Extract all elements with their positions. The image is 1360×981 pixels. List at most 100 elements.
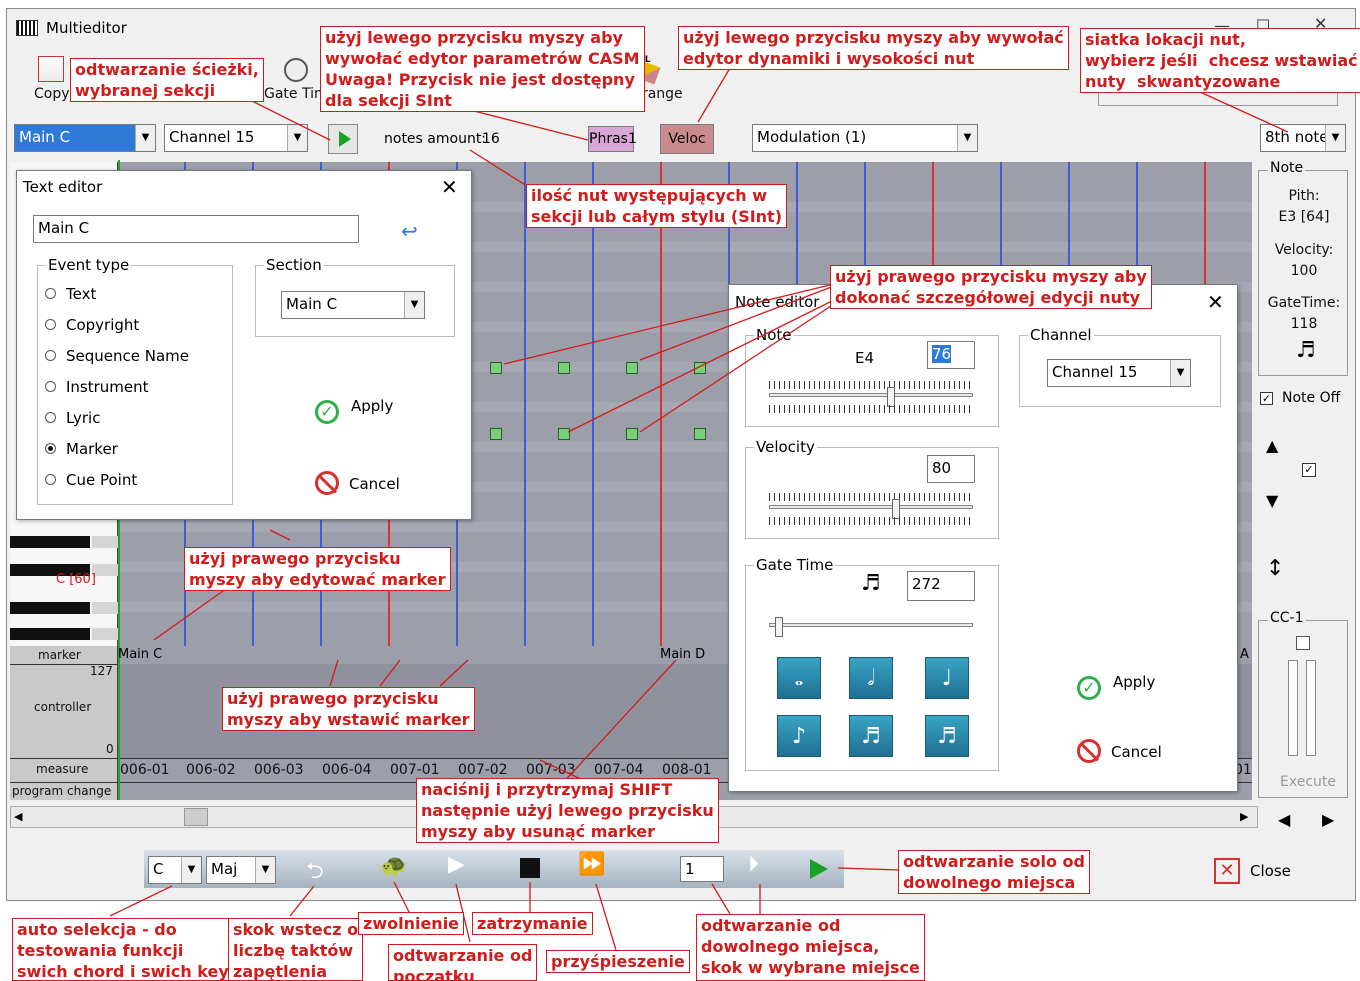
text-editor-dialog: Text editor ✕ Main C ↩ Event type Text C… [16, 170, 472, 520]
position-input[interactable]: 1 [680, 856, 724, 882]
radio-label: Sequence Name [66, 347, 190, 365]
scroll-left-icon[interactable]: ◀ [14, 810, 22, 823]
piano-key-label: C [60] [56, 572, 96, 587]
dialog-section-select[interactable]: Main C ▼ [281, 291, 425, 319]
piano-key-white[interactable] [92, 536, 118, 548]
copy-icon[interactable] [38, 56, 64, 82]
velocity-slider-thumb[interactable] [892, 499, 901, 519]
gate-time-button-label[interactable]: Gate Tim [264, 86, 328, 102]
stop-icon[interactable] [520, 858, 540, 878]
marker-name-input[interactable]: Main C [33, 215, 359, 243]
play-section-button[interactable] [328, 124, 358, 154]
vertical-resize-icon[interactable]: ↕ [1266, 556, 1284, 581]
chevron-down-icon: ▼ [1170, 360, 1190, 386]
nav-right-icon[interactable]: ▶ [1322, 810, 1334, 829]
cc-slider-left[interactable] [1288, 660, 1298, 756]
cc-slider-right[interactable] [1306, 660, 1316, 756]
gate-time-icon[interactable] [284, 58, 308, 82]
text-editor-cancel-button[interactable]: Cancel [315, 471, 400, 499]
note-channel-select[interactable]: Channel 15 ▼ [1047, 359, 1191, 387]
close-button[interactable]: Close [1250, 862, 1291, 880]
radio-instrument[interactable]: Instrument [45, 378, 149, 396]
channel-select[interactable]: Channel 15 ▼ [164, 124, 308, 152]
close-x-icon[interactable]: ✕ [1214, 858, 1240, 884]
annotation-marker-insert: użyj prawego przycisku myszy aby wstawić… [222, 687, 475, 731]
section-select[interactable]: Main C ▼ [14, 124, 156, 152]
note-group-label: Note [754, 326, 794, 344]
note-editor-apply-button[interactable]: ✓ Apply [1077, 673, 1155, 700]
close-icon[interactable]: ✕ [1207, 290, 1224, 314]
note-block[interactable] [694, 428, 706, 440]
return-arrow-icon[interactable]: ↩ [401, 219, 418, 243]
whole-note-button[interactable]: 𝅝 [777, 657, 821, 699]
piano-key-black[interactable] [10, 536, 90, 548]
piano-key-white[interactable] [92, 628, 118, 640]
solo-play-icon[interactable] [806, 856, 832, 886]
note-slider-ticks [769, 381, 973, 389]
cc-checkbox[interactable] [1296, 636, 1310, 650]
gate-time-input[interactable]: 272 [907, 571, 975, 601]
velocity-input[interactable]: 80 [927, 455, 975, 483]
gate-time-slider[interactable] [769, 623, 973, 627]
speedup-icon[interactable]: ⏩ [578, 852, 605, 877]
scroll-right-icon[interactable]: ▶ [1240, 810, 1248, 823]
sixteenth-note-button[interactable]: ♬ [849, 715, 893, 757]
note-slider[interactable] [769, 393, 973, 397]
note-slider-thumb[interactable] [886, 387, 895, 407]
arrow-down-icon[interactable]: ▼ [1266, 491, 1278, 510]
phrase-editor-button[interactable]: Phras1 [588, 126, 637, 152]
controller-select[interactable]: Modulation (1) ▼ [752, 124, 978, 152]
note-block[interactable] [558, 362, 570, 374]
piano-key-white[interactable] [92, 602, 118, 614]
eighth-note-button[interactable]: ♪ [777, 715, 821, 757]
slowdown-icon[interactable]: 🐢 [380, 854, 407, 879]
octave-checkbox[interactable]: ✓ [1302, 463, 1316, 477]
marker-main-c[interactable]: Main C [118, 647, 162, 662]
gate-time-slider-thumb[interactable] [774, 617, 783, 637]
key-select[interactable]: C ▼ [148, 856, 202, 884]
note-number-value: 76 [932, 345, 952, 363]
velocity-slider[interactable] [769, 505, 973, 509]
radio-text[interactable]: Text [45, 285, 96, 303]
half-note-button[interactable]: 𝅗𝅥 [849, 657, 893, 699]
piano-key-black[interactable] [10, 602, 90, 614]
close-icon[interactable]: ✕ [441, 175, 458, 199]
arrow-up-icon[interactable]: ▲ [1266, 436, 1278, 455]
note-block[interactable] [626, 428, 638, 440]
quarter-note-button[interactable]: ♩ [925, 657, 969, 699]
note-block[interactable] [626, 362, 638, 374]
marker-a[interactable]: A [1240, 647, 1249, 662]
radio-marker[interactable]: Marker [45, 440, 118, 458]
solo-play-glyph [810, 859, 828, 879]
radio-sequence-name[interactable]: Sequence Name [45, 347, 189, 365]
mode-select[interactable]: Maj ▼ [206, 856, 276, 884]
note-block[interactable] [490, 428, 502, 440]
scrollbar-thumb[interactable] [184, 808, 208, 826]
note-off-checkbox[interactable]: ✓ [1260, 392, 1273, 405]
play-from-position-icon[interactable]: ⏵ [748, 852, 759, 877]
play-from-start-icon[interactable]: ▶ [448, 852, 465, 877]
thirtysecond-note-button[interactable]: ♬ [925, 715, 969, 757]
radio-cue-point[interactable]: Cue Point [45, 471, 137, 489]
loop-back-icon[interactable]: ⮌ [306, 854, 324, 892]
piano-key-black[interactable] [10, 628, 90, 640]
note-block[interactable] [694, 362, 706, 374]
copy-button-label[interactable]: Copy [34, 86, 70, 102]
marker-main-d[interactable]: Main D [660, 647, 705, 662]
note-editor-cancel-button[interactable]: Cancel [1077, 739, 1162, 767]
quantize-select[interactable]: 8th note ▼ [1260, 124, 1346, 152]
chevron-down-icon: ▼ [135, 125, 155, 151]
note-block[interactable] [558, 428, 570, 440]
controller-max-label: 127 [90, 664, 113, 678]
note-block[interactable] [490, 362, 502, 374]
note-number-input[interactable]: 76 [927, 341, 975, 369]
event-type-label: Event type [46, 256, 132, 274]
radio-lyric[interactable]: Lyric [45, 409, 100, 427]
measure-cell: 006-01 [120, 762, 170, 778]
text-editor-apply-button[interactable]: ✓ Apply [315, 397, 393, 424]
radio-copyright[interactable]: Copyright [45, 316, 139, 334]
execute-button[interactable]: Execute [1280, 774, 1336, 790]
velocity-editor-button[interactable]: Veloc [660, 124, 714, 154]
measure-cell: 007-03 [526, 762, 576, 778]
nav-left-icon[interactable]: ◀ [1278, 810, 1290, 829]
